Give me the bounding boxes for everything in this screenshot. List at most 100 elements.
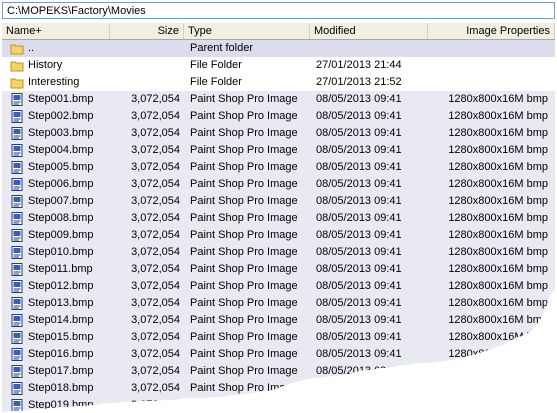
file-size: 3,072,054 <box>131 93 180 105</box>
file-size <box>112 57 180 74</box>
file-size: 3,072,054 <box>131 127 180 139</box>
file-modified: 08/05/2013 09:41 <box>316 195 402 207</box>
file-modified: 08/05/2013 09:41 <box>316 178 402 190</box>
file-row[interactable]: Step013.bmp 3,072,054 Paint Shop Pro Image… <box>2 295 555 312</box>
file-image-properties: 1280x800x16M bmp <box>448 263 548 275</box>
file-row[interactable]: Step016.bmp 3,072,054 Paint Shop Pro Image… <box>2 346 555 363</box>
file-row[interactable]: Step007.bmp 3,072,054 Paint Shop Pro Image… <box>2 193 555 210</box>
bmp-file-icon <box>11 399 23 412</box>
file-row[interactable]: Step004.bmp 3,072,054 Paint Shop Pro Image… <box>2 142 555 159</box>
file-image-properties: 1280x800x16M bmp <box>448 399 548 411</box>
file-row[interactable]: Step009.bmp 3,072,054 Paint Shop Pro Image… <box>2 227 555 244</box>
name-cell: Step003.bmp <box>6 125 106 142</box>
column-header-name[interactable]: Name+ <box>2 23 110 39</box>
file-row[interactable]: Step018.bmp 3,072,054 Paint Shop Pro Image… <box>2 380 555 397</box>
name-cell: Interesting <box>6 74 106 91</box>
file-size: 3,072,054 <box>131 297 180 309</box>
folder-row[interactable]: Interesting File Folder 27/01/2013 21:52 <box>2 74 555 91</box>
folder-row[interactable]: History File Folder 27/01/2013 21:44 <box>2 57 555 74</box>
file-image-properties: 1280x800x16M bmp <box>448 229 548 241</box>
bmp-file-icon <box>11 382 23 395</box>
column-header-modified[interactable]: Modified <box>310 23 428 39</box>
file-size: 3,072,054 <box>131 331 180 343</box>
file-row[interactable]: Step001.bmp 3,072,054 Paint Shop Pro Image… <box>2 91 555 108</box>
file-list-pane: Name+ Size Type Modified Image Propertie… <box>2 23 555 413</box>
file-size: 3,072,054 <box>131 382 180 394</box>
file-image-properties <box>430 40 548 57</box>
file-type: Paint Shop Pro Image <box>190 212 298 224</box>
file-row[interactable]: Step005.bmp 3,072,054 Paint Shop Pro Image… <box>2 159 555 176</box>
file-modified: 08/05/2013 09:41 <box>316 263 402 275</box>
file-modified: 08/05/2013 09:41 <box>316 93 402 105</box>
file-row[interactable]: Step012.bmp 3,072,054 Paint Shop Pro Image… <box>2 278 555 295</box>
file-type: Paint Shop Pro Image <box>190 127 298 139</box>
file-modified: 08/05/2013 09:41 <box>316 348 402 360</box>
name-cell: Step009.bmp <box>6 227 106 244</box>
file-type: Paint Shop Pro Image <box>190 348 298 360</box>
bmp-file-icon <box>11 178 23 191</box>
file-type: Paint Shop Pro Image <box>190 144 298 156</box>
file-list: .. Parent folder History File Folder 27/01/2… <box>2 40 555 413</box>
file-type: Paint Shop Pro Image <box>190 195 298 207</box>
file-name: Step009.bmp <box>28 229 94 241</box>
file-type: Paint Shop Pro Image <box>190 229 298 241</box>
name-cell: .. <box>6 40 106 57</box>
bmp-file-icon <box>11 93 23 106</box>
file-type: Paint Shop Pro Image <box>190 382 298 394</box>
file-image-properties: 1280x800x16M bmp <box>448 297 548 309</box>
file-type: Paint Shop Pro Image <box>190 263 298 275</box>
file-type: File Folder <box>190 59 242 71</box>
file-modified: 27/01/2013 21:52 <box>316 76 402 88</box>
file-row[interactable]: Step003.bmp 3,072,054 Paint Shop Pro Image… <box>2 125 555 142</box>
file-row[interactable]: Step019.bmp 3,072,054 Paint Shop Pro Image… <box>2 397 555 413</box>
file-image-properties: 1280x800x16M bmp <box>448 212 548 224</box>
file-image-properties <box>430 74 548 91</box>
name-cell: Step007.bmp <box>6 193 106 210</box>
file-size: 3,072,054 <box>131 110 180 122</box>
file-modified: 08/05/2013 09:41 <box>316 229 402 241</box>
file-row[interactable]: Step011.bmp 3,072,054 Paint Shop Pro Image… <box>2 261 555 278</box>
file-row[interactable]: Step017.bmp 3,072,054 Paint Shop Pro Image… <box>2 363 555 380</box>
file-modified: 08/05/2013 09:41 <box>316 314 402 326</box>
name-cell: Step015.bmp <box>6 329 106 346</box>
column-header-type[interactable]: Type <box>184 23 310 39</box>
file-row[interactable]: Step002.bmp 3,072,054 Paint Shop Pro Image… <box>2 108 555 125</box>
name-cell: Step010.bmp <box>6 244 106 261</box>
file-image-properties: 1280x800x16M bmp <box>448 161 548 173</box>
file-name: Step011.bmp <box>28 263 93 275</box>
name-cell: Step014.bmp <box>6 312 106 329</box>
bmp-file-icon <box>11 365 23 378</box>
file-size: 3,072,054 <box>131 399 180 411</box>
file-image-properties: 1280x800x16M bmp <box>448 195 548 207</box>
file-image-properties: 1280x800x16M bmp <box>448 246 548 258</box>
address-bar[interactable]: C:\MOPEKS\Factory\Movies <box>2 2 555 19</box>
file-image-properties: 1280x800x16M bmp <box>448 93 548 105</box>
file-row[interactable]: Step010.bmp 3,072,054 Paint Shop Pro Image… <box>2 244 555 261</box>
file-size: 3,072,054 <box>131 365 180 377</box>
file-row[interactable]: Step014.bmp 3,072,054 Paint Shop Pro Image… <box>2 312 555 329</box>
column-header-size[interactable]: Size <box>110 23 184 39</box>
bmp-file-icon <box>11 280 23 293</box>
file-modified: 08/05/2013 09:41 <box>316 110 402 122</box>
file-row[interactable]: Step015.bmp 3,072,054 Paint Shop Pro Image… <box>2 329 555 346</box>
name-cell: Step005.bmp <box>6 159 106 176</box>
file-size: 3,072,054 <box>131 161 180 173</box>
file-name: .. <box>28 42 35 54</box>
column-header-image-properties[interactable]: Image Properties <box>428 23 555 39</box>
folder-row[interactable]: .. Parent folder <box>2 40 555 57</box>
address-path-text: C:\MOPEKS\Factory\Movies <box>7 5 146 17</box>
file-type: Paint Shop Pro Image <box>190 365 298 377</box>
bmp-file-icon <box>11 314 23 327</box>
file-modified: 08/05/2013 09:41 <box>316 297 402 309</box>
file-name: Step012.bmp <box>28 280 94 292</box>
file-name: Step013.bmp <box>28 297 94 309</box>
file-modified: 08/05/2013 09:41 <box>316 144 402 156</box>
file-row[interactable]: Step006.bmp 3,072,054 Paint Shop Pro Image… <box>2 176 555 193</box>
file-row[interactable]: Step008.bmp 3,072,054 Paint Shop Pro Image… <box>2 210 555 227</box>
file-image-properties: 1280x800x16M bmp <box>448 348 548 360</box>
file-type: Paint Shop Pro Image <box>190 280 298 292</box>
file-modified: 27/01/2013 21:44 <box>316 59 402 71</box>
bmp-file-icon <box>11 195 23 208</box>
file-image-properties: 1280x800x16M bmp <box>448 127 548 139</box>
file-modified: 08/05/2013 09:41 <box>316 331 402 343</box>
